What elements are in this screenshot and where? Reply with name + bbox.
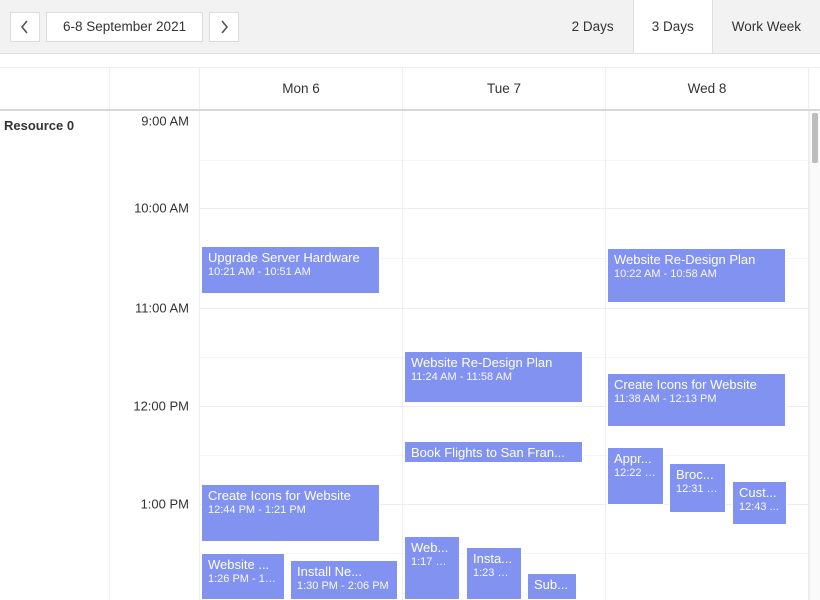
day-col-tue[interactable]: Website Re-Design Plan 11:24 AM - 11:58 … [403,111,606,600]
grid-line [403,308,605,309]
event-title: Upgrade Server Hardware [208,250,373,266]
day-header-tue[interactable]: Tue 7 [403,68,606,109]
grid-line [606,160,808,161]
event-title: Create Icons for Website [614,377,779,393]
grid-line [200,208,402,209]
event[interactable]: Website Re-Design Plan 10:22 AM - 10:58 … [607,248,786,303]
event[interactable]: Create Icons for Website 11:38 AM - 12:1… [607,373,786,427]
event-title: Website ... [208,557,278,573]
time-label-9am: 9:00 AM [141,114,189,129]
day-header-wed[interactable]: Wed 8 [606,68,809,109]
event[interactable]: Upgrade Server Hardware 10:21 AM - 10:51… [201,246,380,294]
grid-line [606,357,808,358]
grid-line [200,160,402,161]
calendar-body: Resource 0 9:00 AM 10:00 AM 11:00 AM 12:… [0,111,820,600]
day-header-mon[interactable]: Mon 6 [200,68,403,109]
resource-col-header [0,68,110,109]
event-title: Cust... [739,485,780,501]
event[interactable]: Website Re-Design Plan 11:24 AM - 11:58 … [404,351,583,403]
grid-line [403,406,605,407]
event-title: Create Icons for Website [208,488,373,504]
grid-line [200,357,402,358]
event-title: Sub... [534,577,570,593]
top-toolbar: 6-8 September 2021 2 Days 3 Days Work We… [0,0,820,54]
grid-line [200,308,402,309]
grid-line [200,455,402,456]
event-time: 12:44 PM - 1:21 PM [208,504,373,518]
grid-line [606,553,808,554]
resource-column: Resource 0 [0,111,110,600]
event[interactable]: Web... 1:17 PM ... [404,536,460,600]
event-title: Website Re-Design Plan [411,355,576,371]
grid-line [403,258,605,259]
event-title: Install Ne... [297,564,391,580]
event-time: 10:22 AM - 10:58 AM [614,268,779,282]
day-col-mon[interactable]: Upgrade Server Hardware 10:21 AM - 10:51… [200,111,403,600]
event-time: 1:17 PM ... [411,556,453,570]
event[interactable]: Cust... 12:43 ... [732,481,787,525]
time-ruler: 9:00 AM 10:00 AM 11:00 AM 12:00 PM 1:00 … [110,111,200,600]
grid-line [403,208,605,209]
vertical-scrollbar[interactable] [809,111,820,600]
event-time: 1:26 PM - 1:53 ... [208,573,278,587]
event-title: Book Flights to San Fran... [411,445,576,461]
scrollbar-thumb[interactable] [812,113,818,163]
grid-line [403,160,605,161]
event-title: Website Re-Design Plan [614,252,779,268]
event-time: 10:21 AM - 10:51 AM [208,266,373,280]
grid-line [606,208,808,209]
date-nav-group: 6-8 September 2021 [10,12,239,42]
event-title: Insta... [473,551,515,567]
event-title: Appr... [614,451,657,467]
event[interactable]: Install Ne... 1:30 PM - 2:06 PM [290,560,398,600]
time-label-11am: 11:00 AM [135,301,189,316]
time-label-12pm: 12:00 PM [133,399,189,414]
allday-row [0,54,820,68]
scroll-spacer [809,68,820,109]
chevron-right-icon [219,20,229,34]
grid-line [200,406,402,407]
grid-line [403,504,605,505]
grid-line [606,308,808,309]
event-time: 1:30 PM - 2:06 PM [297,580,391,594]
event-time: 12:22 PM ... [614,467,657,481]
event-time: 11:38 AM - 12:13 PM [614,393,779,407]
time-label-10am: 10:00 AM [134,201,189,216]
time-label-1pm: 1:00 PM [141,497,189,512]
day-grid: Upgrade Server Hardware 10:21 AM - 10:51… [200,111,809,600]
view-tabs: 2 Days 3 Days Work Week [553,0,820,53]
tab-work-week[interactable]: Work Week [713,0,820,53]
resource-label: Resource 0 [4,118,74,133]
event[interactable]: Website ... 1:26 PM - 1:53 ... [201,553,285,600]
event-time: 12:31 PM [676,483,719,497]
event-title: Web... [411,540,453,556]
event-time: 1:23 PM - 1:57 [473,567,515,581]
prev-button[interactable] [10,12,40,42]
next-button[interactable] [209,12,239,42]
chevron-left-icon [20,20,30,34]
day-col-wed[interactable]: Website Re-Design Plan 10:22 AM - 10:58 … [606,111,809,600]
tab-2-days[interactable]: 2 Days [553,0,633,53]
time-col-header [110,68,200,109]
event[interactable]: Book Flights to San Fran... [404,441,583,463]
date-range-picker[interactable]: 6-8 September 2021 [46,12,203,42]
event-title: Broc... [676,467,719,483]
event[interactable]: Sub... [527,573,577,600]
event-time: 11:24 AM - 11:58 AM [411,371,576,385]
event[interactable]: Insta... 1:23 PM - 1:57 [466,547,522,600]
event[interactable]: Broc... 12:31 PM [669,463,726,513]
tab-3-days[interactable]: 3 Days [633,0,713,53]
event-time: 12:43 ... [739,501,780,515]
day-header-row: Mon 6 Tue 7 Wed 8 [0,68,820,111]
event[interactable]: Create Icons for Website 12:44 PM - 1:21… [201,484,380,542]
event[interactable]: Appr... 12:22 PM ... [607,447,664,505]
